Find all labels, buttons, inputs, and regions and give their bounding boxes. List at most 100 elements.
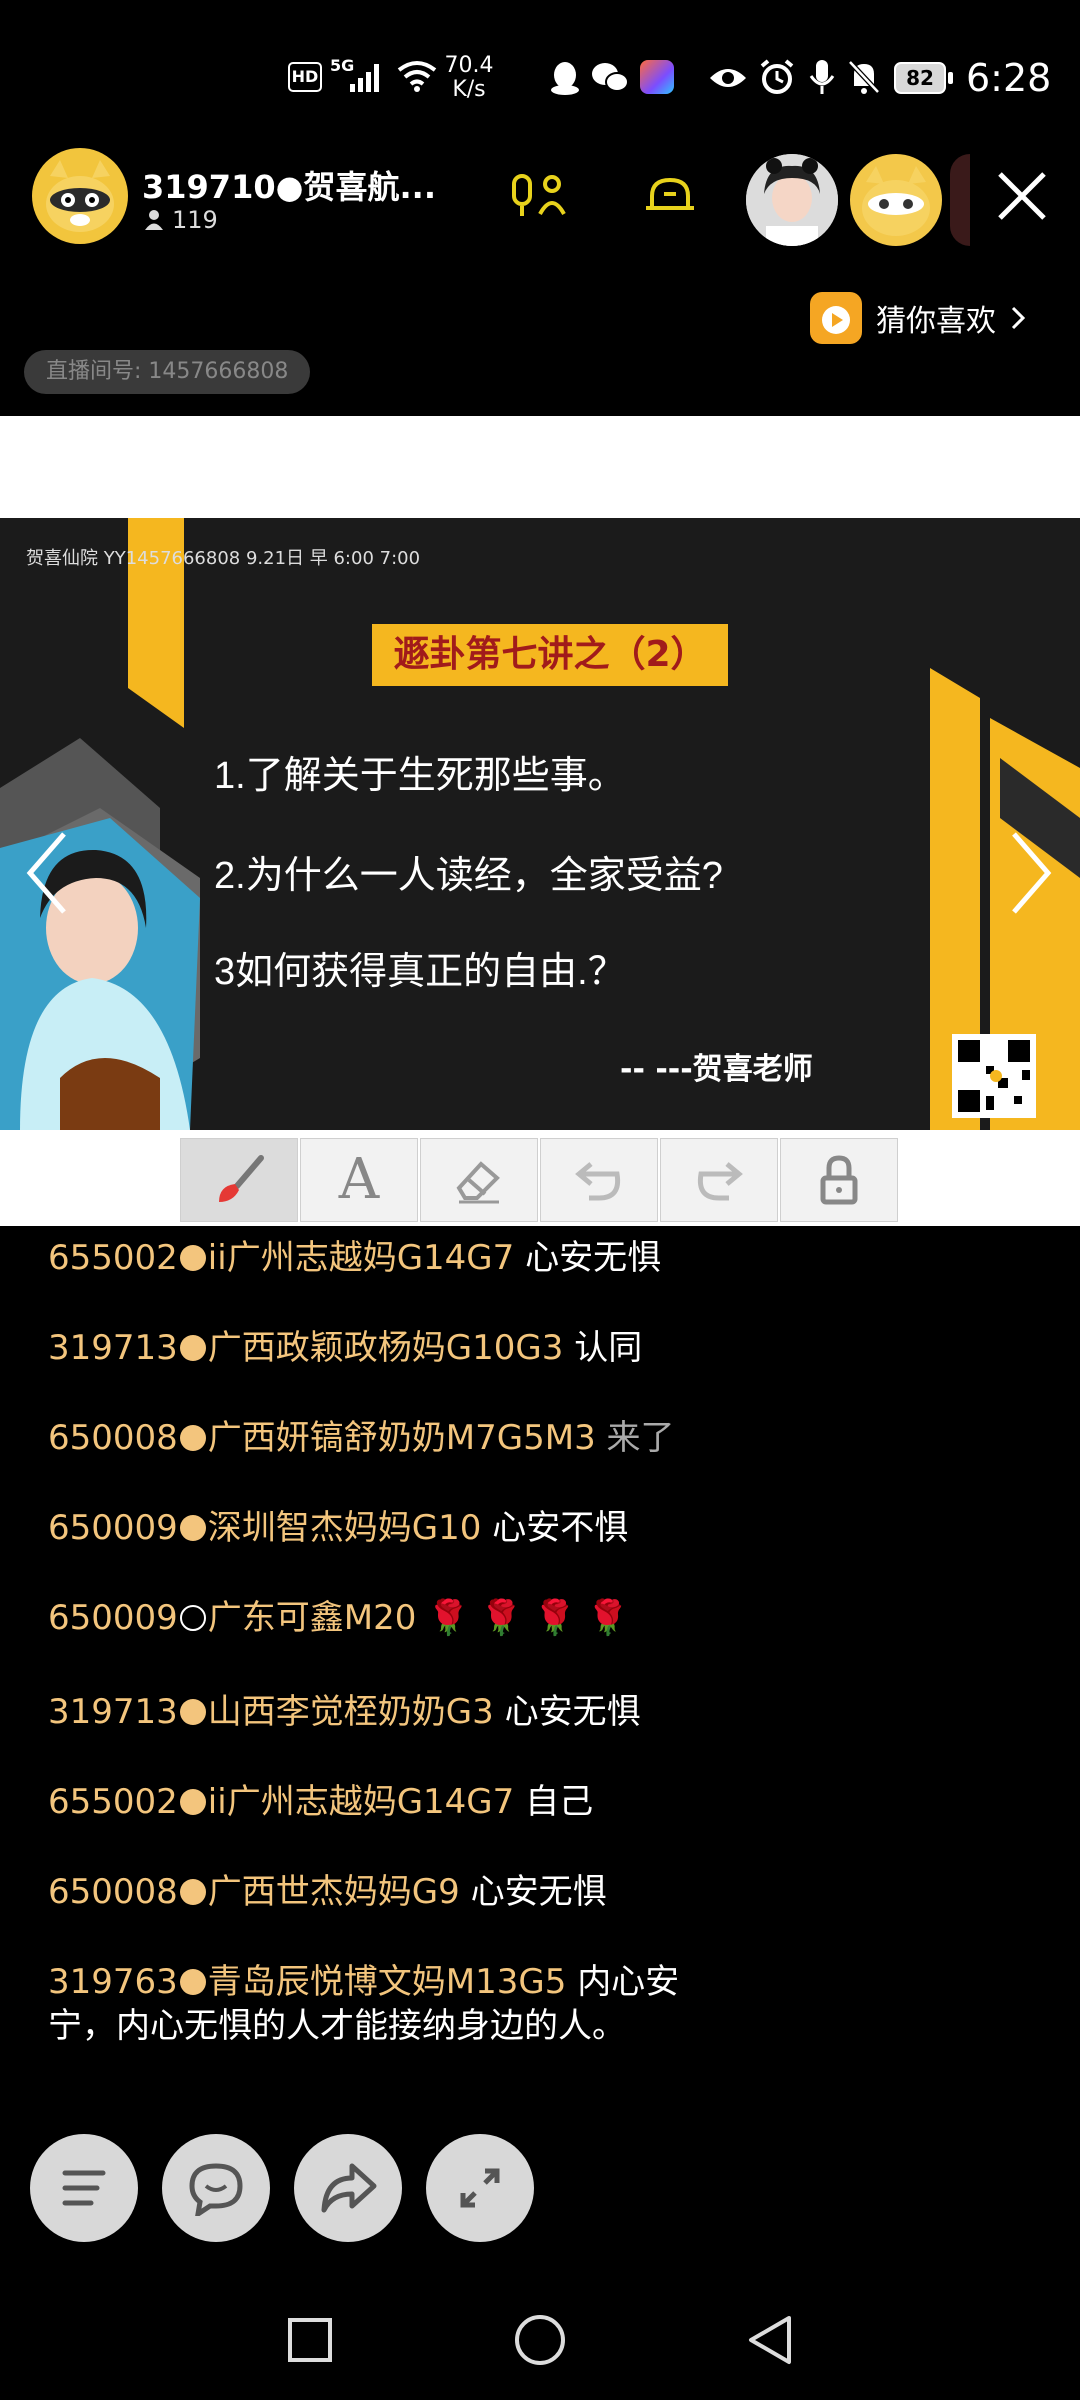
chat-message[interactable]: 319713 广西政颖政杨妈G10G3 认同	[48, 1326, 728, 1370]
back-button[interactable]	[730, 2300, 810, 2380]
status-bar: HD 5G 70.4 K/s 82 6:28	[0, 0, 1080, 150]
comment-icon	[186, 2160, 246, 2220]
chat-user-id[interactable]: 650008	[48, 1418, 178, 1458]
room-title[interactable]: 319710●贺喜航...	[142, 162, 436, 208]
slide-bullet-2: 2.为什么一人读经，全家受益?	[214, 855, 723, 897]
chat-message-text: 认同	[574, 1328, 643, 1368]
chat-user-id[interactable]: 655002	[48, 1238, 178, 1278]
eraser-icon	[451, 1152, 507, 1208]
lecture-slide: 贺喜仙院 YY1457666808 9.21日 早 6:00 7:00 遯卦第七…	[0, 518, 1080, 1130]
redo-icon	[691, 1152, 747, 1208]
guess-like-button[interactable]: 猜你喜欢	[810, 290, 1026, 346]
chat-user-name[interactable]: ii广州志越妈G14G7	[208, 1238, 514, 1278]
menu-button[interactable]	[30, 2134, 138, 2242]
prev-slide-icon[interactable]	[22, 828, 72, 918]
user-level-dot-icon	[179, 1605, 206, 1631]
slide-banner: 遯卦第七讲之（2）	[372, 624, 728, 686]
close-icon[interactable]	[996, 170, 1048, 222]
hd-icon: HD	[288, 62, 322, 92]
chat-user-name[interactable]: ii广州志越妈G14G7	[208, 1782, 514, 1822]
share-icon	[318, 2160, 378, 2216]
slide-decoration	[0, 518, 1080, 1130]
chevron-right-icon	[1010, 305, 1026, 331]
lock-button[interactable]	[780, 1138, 898, 1222]
chat-message-text: 心安不惧	[492, 1508, 629, 1548]
clock: 6:28	[966, 56, 1052, 100]
qq-icon	[548, 60, 582, 96]
alarm-icon	[758, 58, 796, 96]
chat-message[interactable]: 650008 广西世杰妈妈G9 心安无惧	[48, 1870, 728, 1914]
user-level-dot-icon	[179, 1515, 206, 1541]
chat-message-text: 🌹 🌹 🌹 🌹	[427, 1598, 629, 1638]
chat-message-text: 心安无惧	[525, 1238, 662, 1278]
drawing-toolbar: A	[0, 1130, 1080, 1226]
user-level-dot-icon	[179, 1879, 206, 1905]
slide-top-margin	[0, 416, 1080, 518]
follow-heart-icon[interactable]	[642, 170, 698, 224]
chat-message[interactable]: 650009 深圳智杰妈妈G10 心安不惧	[48, 1506, 728, 1550]
mic-link-icon[interactable]	[508, 170, 568, 224]
audience-avatar-3[interactable]	[950, 154, 970, 246]
eye-icon	[708, 64, 748, 92]
chat-user-name[interactable]: 广东可鑫M20	[208, 1598, 417, 1638]
audience-avatar-2[interactable]	[850, 154, 942, 246]
viewer-count: 119	[144, 206, 218, 234]
undo-button[interactable]	[540, 1138, 658, 1222]
play-icon	[810, 292, 862, 344]
network-speed: 70.4 K/s	[444, 53, 494, 102]
share-button[interactable]	[294, 2134, 402, 2242]
app-notification-icon	[640, 60, 674, 94]
undo-icon	[571, 1152, 627, 1208]
slide-meta: 贺喜仙院 YY1457666808 9.21日 早 6:00 7:00	[26, 548, 421, 569]
text-tool-button[interactable]: A	[300, 1138, 418, 1222]
chat-message[interactable]: 319763 青岛辰悦博文妈M13G5 内心安宁，内心无惧的人才能接纳身边的人。	[48, 1960, 728, 2048]
chat-message[interactable]: 319713 山西李觉桎奶奶G3 心安无惧	[48, 1690, 728, 1734]
chat-user-id[interactable]: 319763	[48, 1962, 178, 2002]
chat-user-id[interactable]: 650009	[48, 1598, 178, 1638]
eraser-tool-button[interactable]	[420, 1138, 538, 1222]
chat-user-name[interactable]: 深圳智杰妈妈G10	[208, 1508, 482, 1548]
chat-message[interactable]: 655002 ii广州志越妈G14G7 心安无惧	[48, 1236, 728, 1280]
chat-user-name[interactable]: 广西妍镐舒奶奶M7G5M3	[208, 1418, 596, 1458]
chat-message-text: 心安无惧	[504, 1692, 641, 1732]
chat-user-id[interactable]: 655002	[48, 1782, 178, 1822]
chat-message[interactable]: 655002 ii广州志越妈G14G7 自己	[48, 1780, 728, 1824]
mic-icon	[808, 58, 836, 96]
next-slide-icon[interactable]	[1006, 828, 1056, 918]
chat-user-id[interactable]: 650008	[48, 1872, 178, 1912]
chat-user-id[interactable]: 319713	[48, 1692, 178, 1732]
chat-message[interactable]: 650008 广西妍镐舒奶奶M7G5M3 来了	[48, 1416, 728, 1460]
slide-signature: -- ---贺喜老师	[620, 1052, 813, 1087]
text-tool-icon: A	[338, 1147, 380, 1212]
home-button[interactable]	[500, 2300, 580, 2380]
menu-icon	[59, 2163, 109, 2213]
comment-button[interactable]	[162, 2134, 270, 2242]
fullscreen-icon	[455, 2163, 505, 2213]
chat-user-id[interactable]: 319713	[48, 1328, 178, 1368]
fullscreen-button[interactable]	[426, 2134, 534, 2242]
circle-icon	[515, 2315, 565, 2365]
user-level-dot-icon	[179, 1699, 206, 1725]
lock-icon	[811, 1152, 867, 1208]
chat-user-name[interactable]: 广西世杰妈妈G9	[208, 1872, 460, 1912]
recent-apps-button[interactable]	[270, 2300, 350, 2380]
room-id-label: 直播间号: 1457666808	[24, 350, 311, 394]
chat-list[interactable]: 655002 ii广州志越妈G14G7 心安无惧 319713 广西政颖政杨妈G10G…	[0, 1226, 1080, 2076]
host-avatar[interactable]	[32, 148, 128, 244]
chat-user-name[interactable]: 山西李觉桎奶奶G3	[208, 1692, 494, 1732]
user-level-dot-icon	[179, 1425, 206, 1451]
slide-bullet-1: 1.了解关于生死那些事。	[214, 755, 626, 797]
slide-bullet-3: 3如何获得真正的自由.？	[214, 951, 626, 993]
wechat-icon	[590, 60, 630, 96]
brush-tool-button[interactable]	[180, 1138, 298, 1222]
chat-user-id[interactable]: 650009	[48, 1508, 178, 1548]
audience-avatar-1[interactable]	[746, 154, 838, 246]
chat-user-name[interactable]: 青岛辰悦博文妈M13G5	[208, 1962, 567, 2002]
chat-message[interactable]: 650009 广东可鑫M20 🌹 🌹 🌹 🌹	[48, 1596, 728, 1640]
chat-user-name[interactable]: 广西政颖政杨妈G10G3	[208, 1328, 564, 1368]
user-level-dot-icon	[179, 1969, 206, 1995]
user-level-dot-icon	[179, 1335, 206, 1361]
redo-button[interactable]	[660, 1138, 778, 1222]
brush-icon	[211, 1152, 267, 1208]
mute-bell-icon	[846, 58, 882, 96]
